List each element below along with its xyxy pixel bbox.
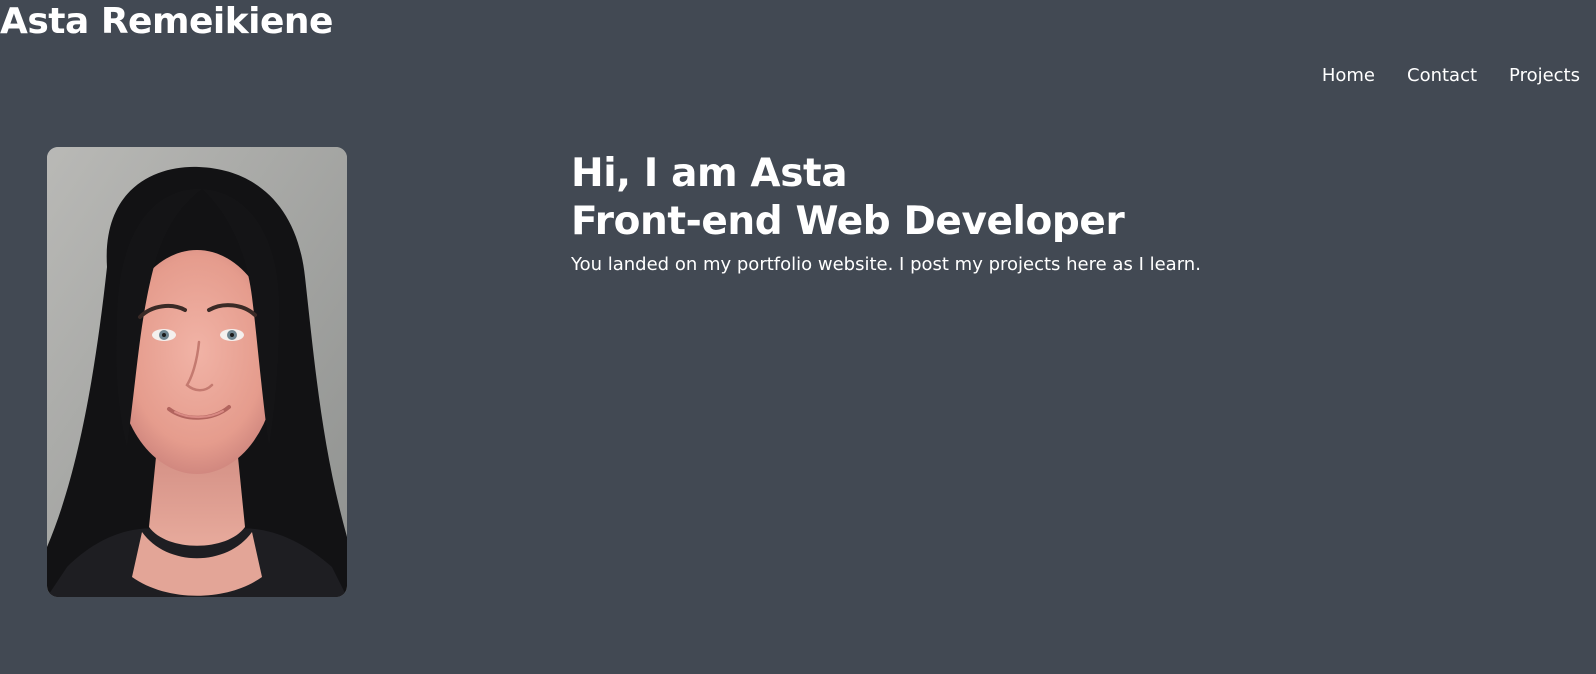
nav-home-link[interactable]: Home: [1322, 64, 1375, 88]
hero-greeting: Hi, I am Asta: [571, 151, 848, 196]
nav-contact-link[interactable]: Contact: [1407, 64, 1477, 88]
nav-projects-link[interactable]: Projects: [1509, 64, 1580, 88]
profile-photo-illustration: [47, 147, 347, 597]
hero-intro: Hi, I am Asta Front-end Web Developer Yo…: [571, 150, 1201, 277]
hero-role: Front-end Web Developer: [571, 199, 1125, 244]
main-nav: Home Contact Projects: [1322, 64, 1580, 88]
hero-tagline: You landed on my portfolio website. I po…: [571, 254, 1201, 275]
site-title: Asta Remeikiene: [0, 1, 333, 42]
profile-photo: [47, 147, 347, 597]
